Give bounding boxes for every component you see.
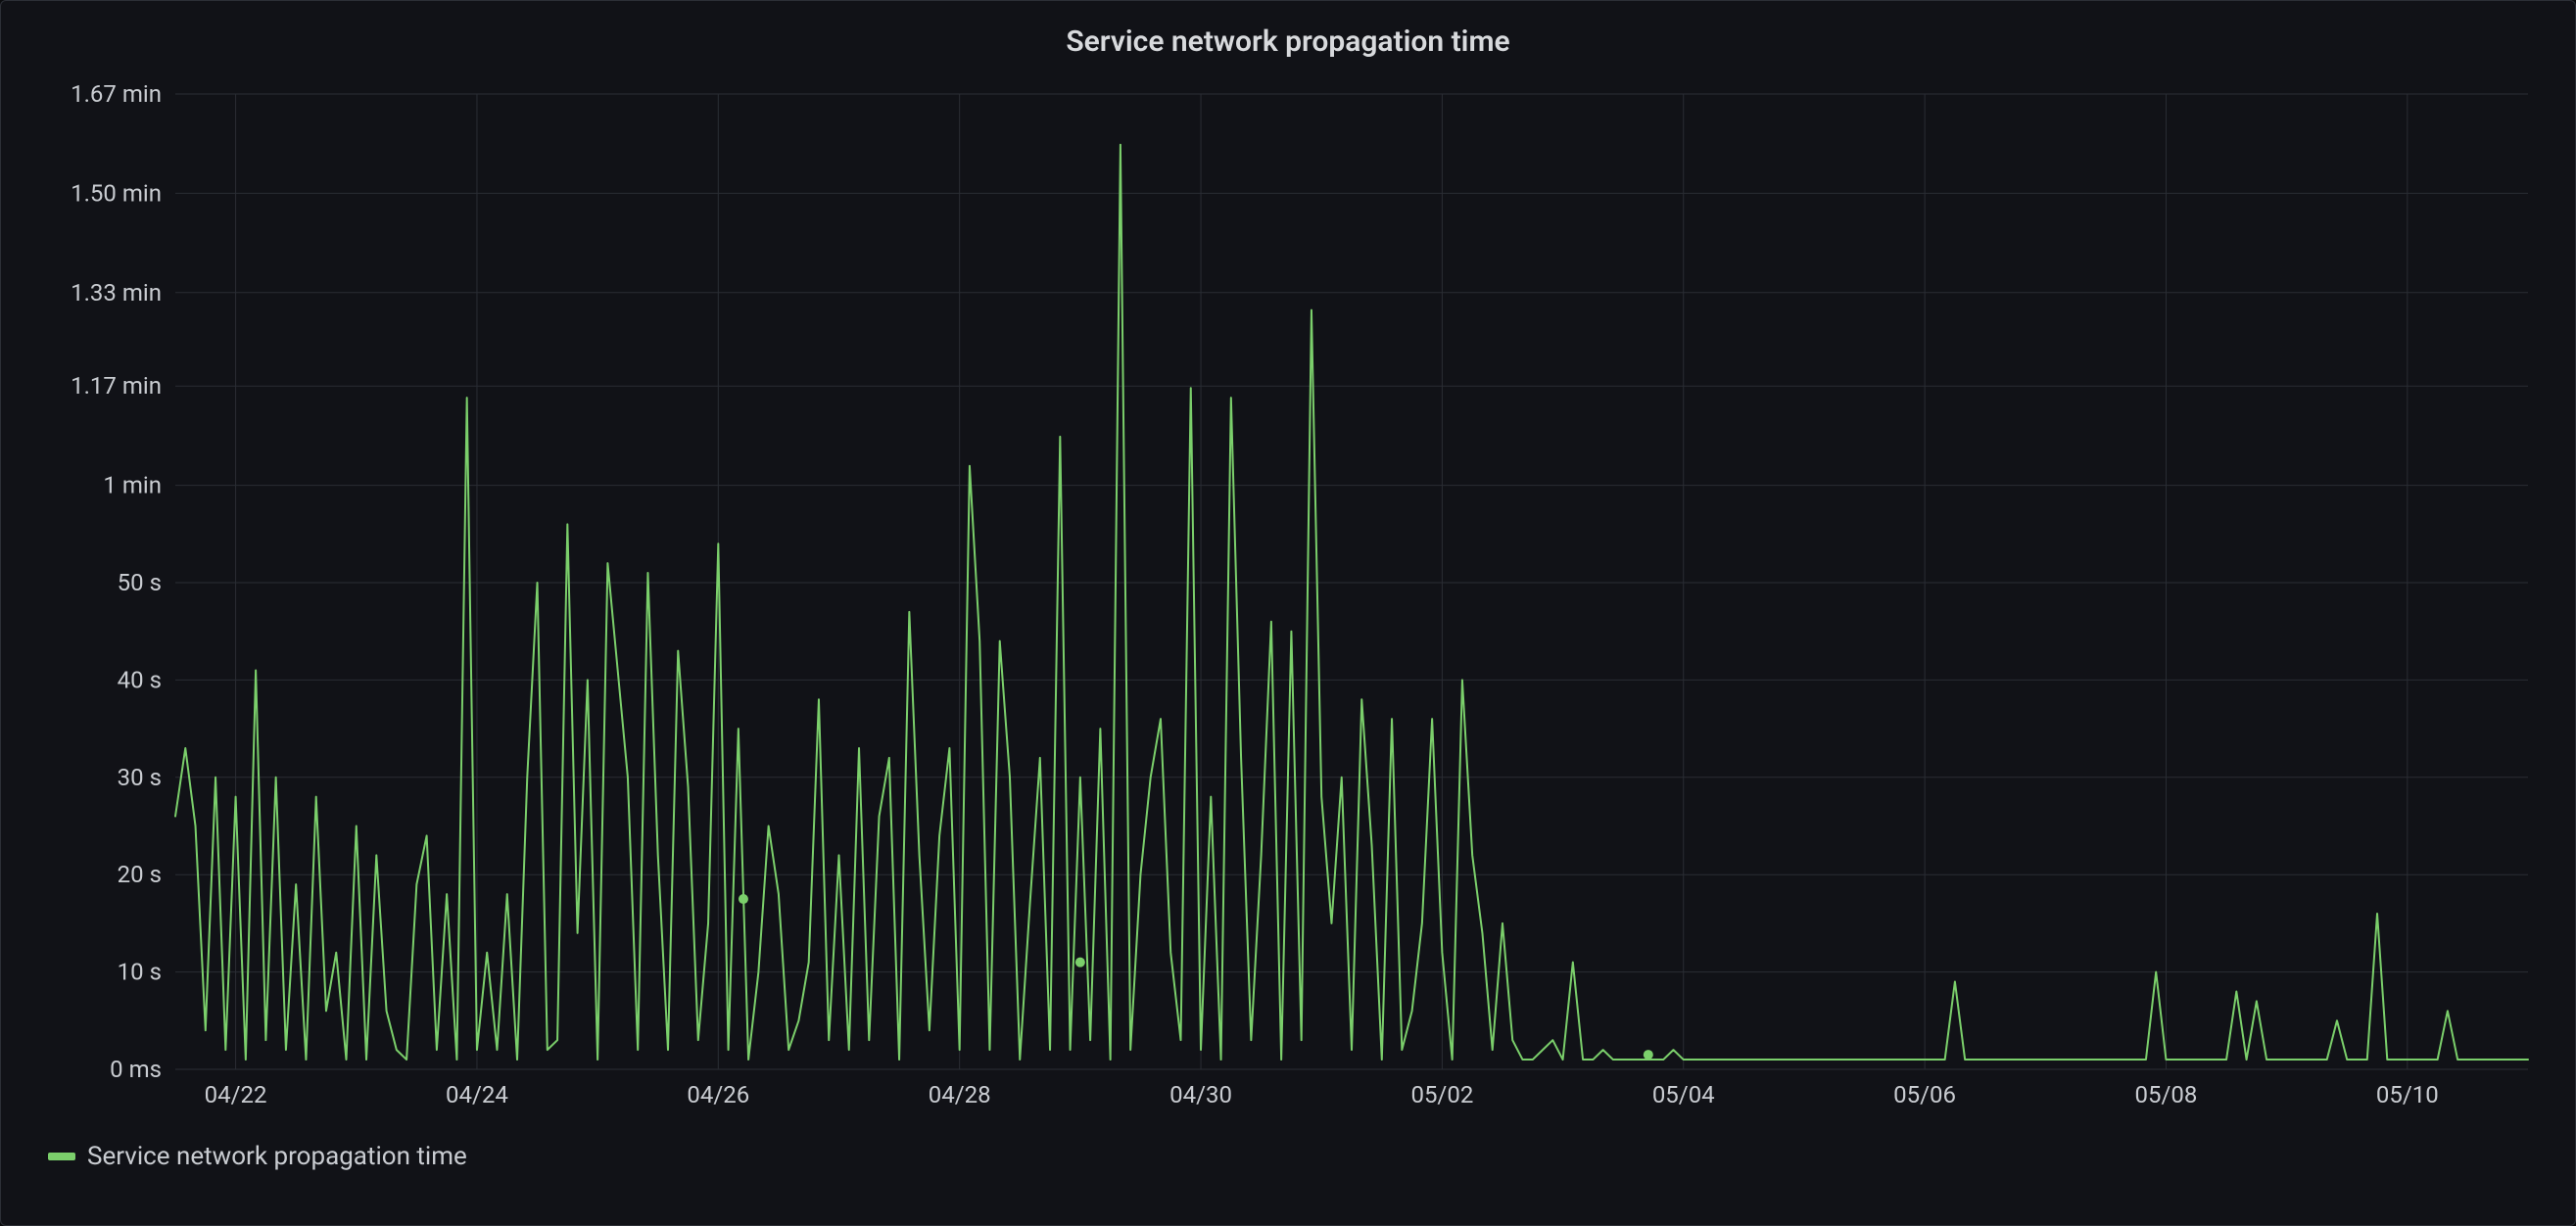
svg-text:1.50 min: 1.50 min — [71, 179, 162, 207]
svg-text:20 s: 20 s — [118, 861, 162, 888]
svg-text:40 s: 40 s — [118, 666, 162, 693]
chart-title: Service network propagation time — [28, 24, 2548, 59]
svg-text:30 s: 30 s — [118, 764, 162, 791]
svg-text:05/10: 05/10 — [2376, 1081, 2439, 1108]
chart-panel: Service network propagation time 0 ms 10 … — [0, 0, 2576, 1226]
svg-text:1.17 min: 1.17 min — [71, 372, 162, 400]
svg-text:04/30: 04/30 — [1169, 1081, 1232, 1108]
plot-area[interactable]: 0 ms 10 s 20 s 30 s 40 s 50 s 1 min 1.17 min 1.3… — [28, 74, 2548, 1124]
svg-text:50 s: 50 s — [118, 569, 162, 596]
svg-text:1.67 min: 1.67 min — [71, 80, 162, 108]
legend[interactable]: Service network propagation time — [28, 1142, 2548, 1171]
svg-text:05/04: 05/04 — [1652, 1081, 1715, 1108]
chart-svg: 0 ms 10 s 20 s 30 s 40 s 50 s 1 min 1.17 min 1.3… — [28, 74, 2548, 1124]
svg-text:04/22: 04/22 — [205, 1081, 267, 1108]
svg-text:04/26: 04/26 — [687, 1081, 749, 1108]
svg-text:04/24: 04/24 — [446, 1081, 508, 1108]
svg-text:1 min: 1 min — [103, 472, 162, 499]
svg-text:1.33 min: 1.33 min — [71, 279, 162, 306]
svg-text:0 ms: 0 ms — [110, 1056, 162, 1083]
svg-text:05/06: 05/06 — [1893, 1081, 1956, 1108]
legend-label: Service network propagation time — [87, 1142, 467, 1171]
svg-text:04/28: 04/28 — [929, 1081, 991, 1108]
svg-text:05/02: 05/02 — [1410, 1081, 1473, 1108]
legend-swatch — [48, 1153, 75, 1160]
svg-text:10 s: 10 s — [118, 959, 162, 986]
svg-text:05/08: 05/08 — [2135, 1081, 2198, 1108]
